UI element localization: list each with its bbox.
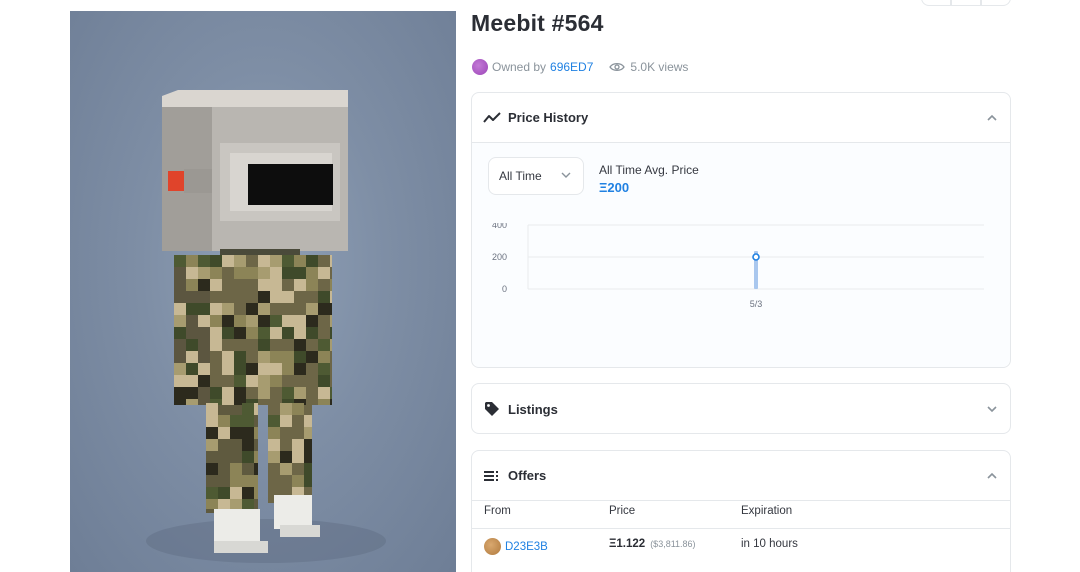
offers-title: Offers [508,468,547,483]
offer-eth: Ξ1.122 [609,538,646,550]
y-tick-label: 400 [492,223,507,230]
price-point[interactable] [752,253,760,261]
y-tick-label: 0 [502,284,507,294]
more-button[interactable] [981,0,1011,6]
chevron-down-icon[interactable] [986,405,998,413]
table-row[interactable]: D23E3B Ξ1.122 ($3,811.86) in 10 hours [472,528,1010,562]
listings-header[interactable]: Listings [472,384,1010,434]
offerer-link[interactable]: D23E3B [505,541,548,553]
listings-title: Listings [508,401,558,417]
owner-link[interactable]: 696ED7 [550,60,593,74]
chevron-up-icon[interactable] [986,114,998,122]
offer-from: D23E3B [484,538,548,555]
offer-usd: ($3,811.86) [650,539,696,549]
tag-icon [482,399,502,419]
offers-panel: Offers From Price Expiration D23E3B Ξ1.1… [471,450,1011,572]
refresh-button[interactable] [921,0,951,6]
eye-icon [609,62,626,72]
col-from: From [484,505,511,517]
owner-avatar[interactable] [472,59,488,75]
header-action-buttons[interactable] [921,0,1011,6]
col-price: Price [609,505,636,517]
view-count: 5.0K views [630,60,689,74]
x-tick-label: 5/3 [750,299,763,309]
y-tick-label: 200 [492,252,507,262]
chevron-up-icon[interactable] [986,472,998,480]
col-expiration: Expiration [741,505,793,517]
time-range-value: All Time [499,169,542,183]
avg-price-label: All Time Avg. Price [599,163,699,177]
price-history-title: Price History [508,110,589,125]
offers-header[interactable]: Offers [472,451,1010,501]
meebit-figure [146,90,386,563]
trend-line-icon [482,108,502,128]
nft-artwork[interactable] [70,11,456,572]
price-history-panel: Price History All Time All Time Avg. Pri… [471,92,1011,368]
nft-title: Meebit #564 [471,10,604,36]
offerer-avatar [484,538,501,555]
avg-price-value: Ξ200 [599,180,630,195]
price-history-chart[interactable]: 400 200 0 5/3 [472,223,1010,333]
share-button[interactable] [951,0,981,6]
price-history-body: All Time All Time Avg. Price Ξ200 400 200… [472,143,1010,367]
owner-row: Owned by 696ED7 5.0K views [472,59,688,75]
price-history-header[interactable]: Price History [472,93,1010,143]
list-icon [482,466,502,486]
offer-price: Ξ1.122 ($3,811.86) [609,538,696,550]
listings-panel[interactable]: Listings [471,383,1011,434]
chevron-down-icon [561,172,571,178]
offer-expiration: in 10 hours [741,538,798,550]
owned-by-label: Owned by [492,60,547,74]
time-range-select[interactable]: All Time [488,157,584,195]
